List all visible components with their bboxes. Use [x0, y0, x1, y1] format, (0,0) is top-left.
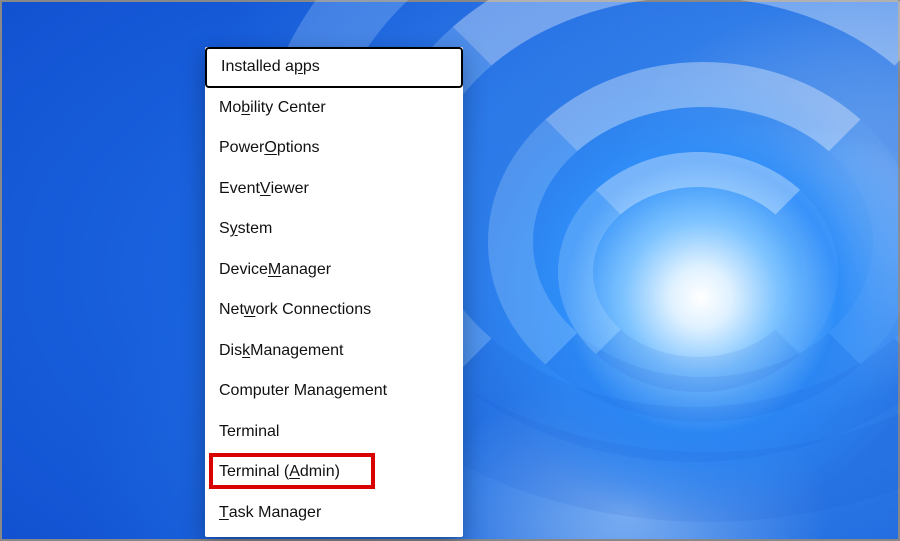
- menu-item-label-post: stem: [238, 220, 273, 238]
- menu-item-label-pre: S: [219, 220, 230, 238]
- menu-item[interactable]: Power Options: [205, 128, 463, 169]
- menu-item[interactable]: Installed apps: [205, 47, 463, 88]
- menu-item-accelerator: g: [334, 382, 343, 400]
- menu-item-accelerator: T: [219, 504, 229, 522]
- menu-item-accelerator: O: [264, 139, 276, 157]
- menu-item-label-post: ility Center: [250, 99, 326, 117]
- menu-item-label-post: anager: [281, 261, 331, 279]
- menu-item-label-pre: Terminal (: [219, 463, 289, 481]
- menu-item-label-pre: Net: [219, 301, 244, 319]
- menu-item-accelerator: M: [268, 261, 281, 279]
- menu-item[interactable]: Disk Management: [205, 331, 463, 372]
- menu-item-label-pre: Installed a: [221, 58, 294, 76]
- menu-item-label-pre: Power: [219, 139, 264, 157]
- menu-item-label-post: ement: [343, 382, 387, 400]
- menu-item[interactable]: Task Manager: [205, 493, 463, 534]
- menu-item-accelerator: w: [244, 301, 256, 319]
- menu-item-label-post: ork Connections: [255, 301, 371, 319]
- menu-item-accelerator: V: [260, 180, 271, 198]
- menu-item-label-pre: Event: [219, 180, 260, 198]
- menu-item-label-post: Management: [250, 342, 343, 360]
- menu-item-accelerator: y: [230, 220, 238, 238]
- menu-item[interactable]: System: [205, 209, 463, 250]
- menu-item[interactable]: Network Connections: [205, 290, 463, 331]
- menu-item-label-post: ptions: [277, 139, 320, 157]
- menu-item-label-post: dmin): [300, 463, 340, 481]
- winx-context-menu: Installed appsMobility CenterPower Optio…: [205, 47, 463, 537]
- menu-item-label-post: iewer: [271, 180, 309, 198]
- menu-item-accelerator: k: [242, 342, 250, 360]
- menu-item-label-post: ps: [303, 58, 320, 76]
- wallpaper-petal: [558, 152, 838, 392]
- menu-item[interactable]: Device Manager: [205, 250, 463, 291]
- menu-item[interactable]: Terminal (Admin): [205, 452, 463, 493]
- menu-item-accelerator: b: [241, 99, 250, 117]
- menu-item[interactable]: Computer Management: [205, 371, 463, 412]
- menu-item-accelerator: A: [289, 463, 300, 481]
- menu-item[interactable]: Mobility Center: [205, 88, 463, 129]
- menu-item[interactable]: Event Viewer: [205, 169, 463, 210]
- menu-item-label-post: ask Manager: [229, 504, 322, 522]
- menu-item-label-pre: Computer Mana: [219, 382, 334, 400]
- menu-item-label-pre: Device: [219, 261, 268, 279]
- menu-item-accelerator: p: [294, 58, 303, 76]
- menu-item[interactable]: Terminal: [205, 412, 463, 453]
- menu-item-label-pre: Dis: [219, 342, 242, 360]
- menu-item-label-pre: Terminal: [219, 423, 279, 441]
- menu-item-label-pre: Mo: [219, 99, 241, 117]
